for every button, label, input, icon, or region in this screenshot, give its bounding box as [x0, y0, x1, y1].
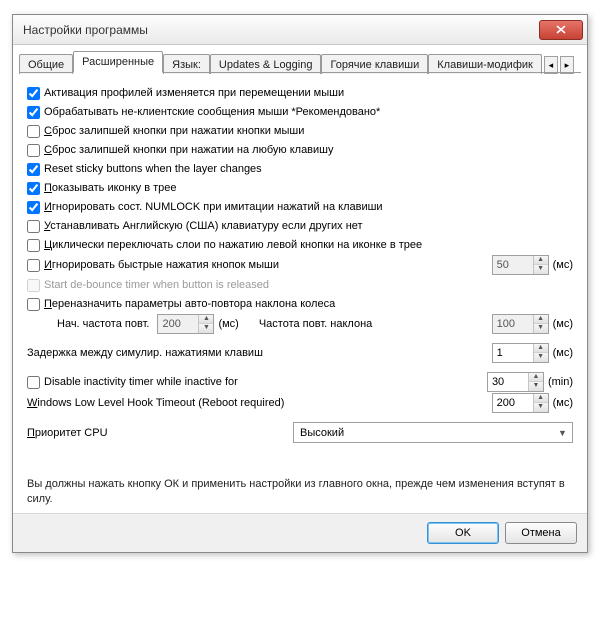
checkbox-override-tilt-repeat[interactable]: Переназначить параметры авто-повтора нак…	[27, 298, 335, 311]
debounce-spinner[interactable]: ▲▼	[492, 255, 549, 275]
chevron-down-icon: ▼	[555, 428, 570, 438]
spin-down-icon[interactable]: ▼	[534, 265, 548, 274]
settings-window: Настройки программы Общие Расширенные Яз…	[12, 14, 588, 553]
checkbox-nonclient-msgs[interactable]: Обрабатывать не-клиентские сообщения мыш…	[27, 106, 380, 119]
close-button[interactable]	[539, 20, 583, 40]
checkbox-disable-inactivity[interactable]: Disable inactivity timer while inactive …	[27, 376, 238, 389]
tab-hotkeys[interactable]: Горячие клавиши	[321, 54, 428, 74]
dialog-footer: OK Отмена	[13, 513, 587, 552]
repeat-tilt-spinner[interactable]: ▲▼	[492, 314, 549, 334]
cancel-button[interactable]: Отмена	[505, 522, 577, 544]
tab-updates[interactable]: Updates & Logging	[210, 54, 322, 74]
window-title: Настройки программы	[23, 23, 148, 37]
tab-language[interactable]: Язык:	[163, 54, 210, 74]
cpu-priority-select[interactable]: Высокий ▼	[293, 422, 573, 443]
label-cpu-priority: Приоритет CPU	[27, 427, 108, 439]
repeat-start-spinner[interactable]: ▲▼	[157, 314, 214, 334]
tab-advanced[interactable]: Расширенные	[73, 51, 163, 73]
apply-note: Вы должны нажать кнопку ОК и применить н…	[27, 477, 573, 507]
checkbox-profile-activation[interactable]: Активация профилей изменяется при переме…	[27, 87, 344, 100]
tab-general[interactable]: Общие	[19, 54, 73, 74]
sim-delay-spinner[interactable]: ▲▼	[492, 343, 549, 363]
checkbox-force-us-keyboard[interactable]: Устанавливать Английскую (США) клавиатур…	[27, 220, 363, 233]
ok-button[interactable]: OK	[427, 522, 499, 544]
checkbox-ignore-fast-clicks[interactable]: Игнорировать быстрые нажатия кнопок мыши	[27, 259, 279, 272]
label-repeat-start: Нач. частота повт.	[57, 318, 149, 330]
tabbar: Общие Расширенные Язык: Updates & Loggin…	[13, 45, 587, 73]
spin-up-icon[interactable]: ▲	[534, 256, 548, 265]
tab-modifiers[interactable]: Клавиши-модифик	[428, 54, 542, 74]
checkbox-reset-sticky-layer[interactable]: Reset sticky buttons when the layer chan…	[27, 163, 262, 176]
hook-timeout-spinner[interactable]: ▲▼	[492, 393, 549, 413]
tab-content: Активация профилей изменяется при переме…	[13, 74, 587, 513]
checkbox-show-tray-icon[interactable]: Показывать иконку в трее	[27, 182, 177, 195]
checkbox-reset-sticky-mouse[interactable]: Сброс залипшей кнопки при нажатии кнопки…	[27, 125, 304, 138]
checkbox-ignore-numlock[interactable]: Игнорировать сост. NUMLOCK при имитации …	[27, 201, 383, 214]
label-sim-delay: Задержка между симулир. нажатиями клавиш	[27, 347, 263, 359]
checkbox-reset-sticky-key[interactable]: Сброс залипшей кнопки при нажатии на люб…	[27, 144, 334, 157]
titlebar: Настройки программы	[13, 15, 587, 45]
label-hook-timeout: Windows Low Level Hook Timeout (Reboot r…	[27, 397, 284, 409]
checkbox-debounce-release: Start de-bounce timer when button is rel…	[27, 279, 269, 292]
label-repeat-tilt: Частота повт. наклона	[259, 318, 372, 330]
checkbox-cycle-layers[interactable]: Циклически переключать слои по нажатию л…	[27, 239, 422, 252]
inactivity-spinner[interactable]: ▲▼	[487, 372, 544, 392]
